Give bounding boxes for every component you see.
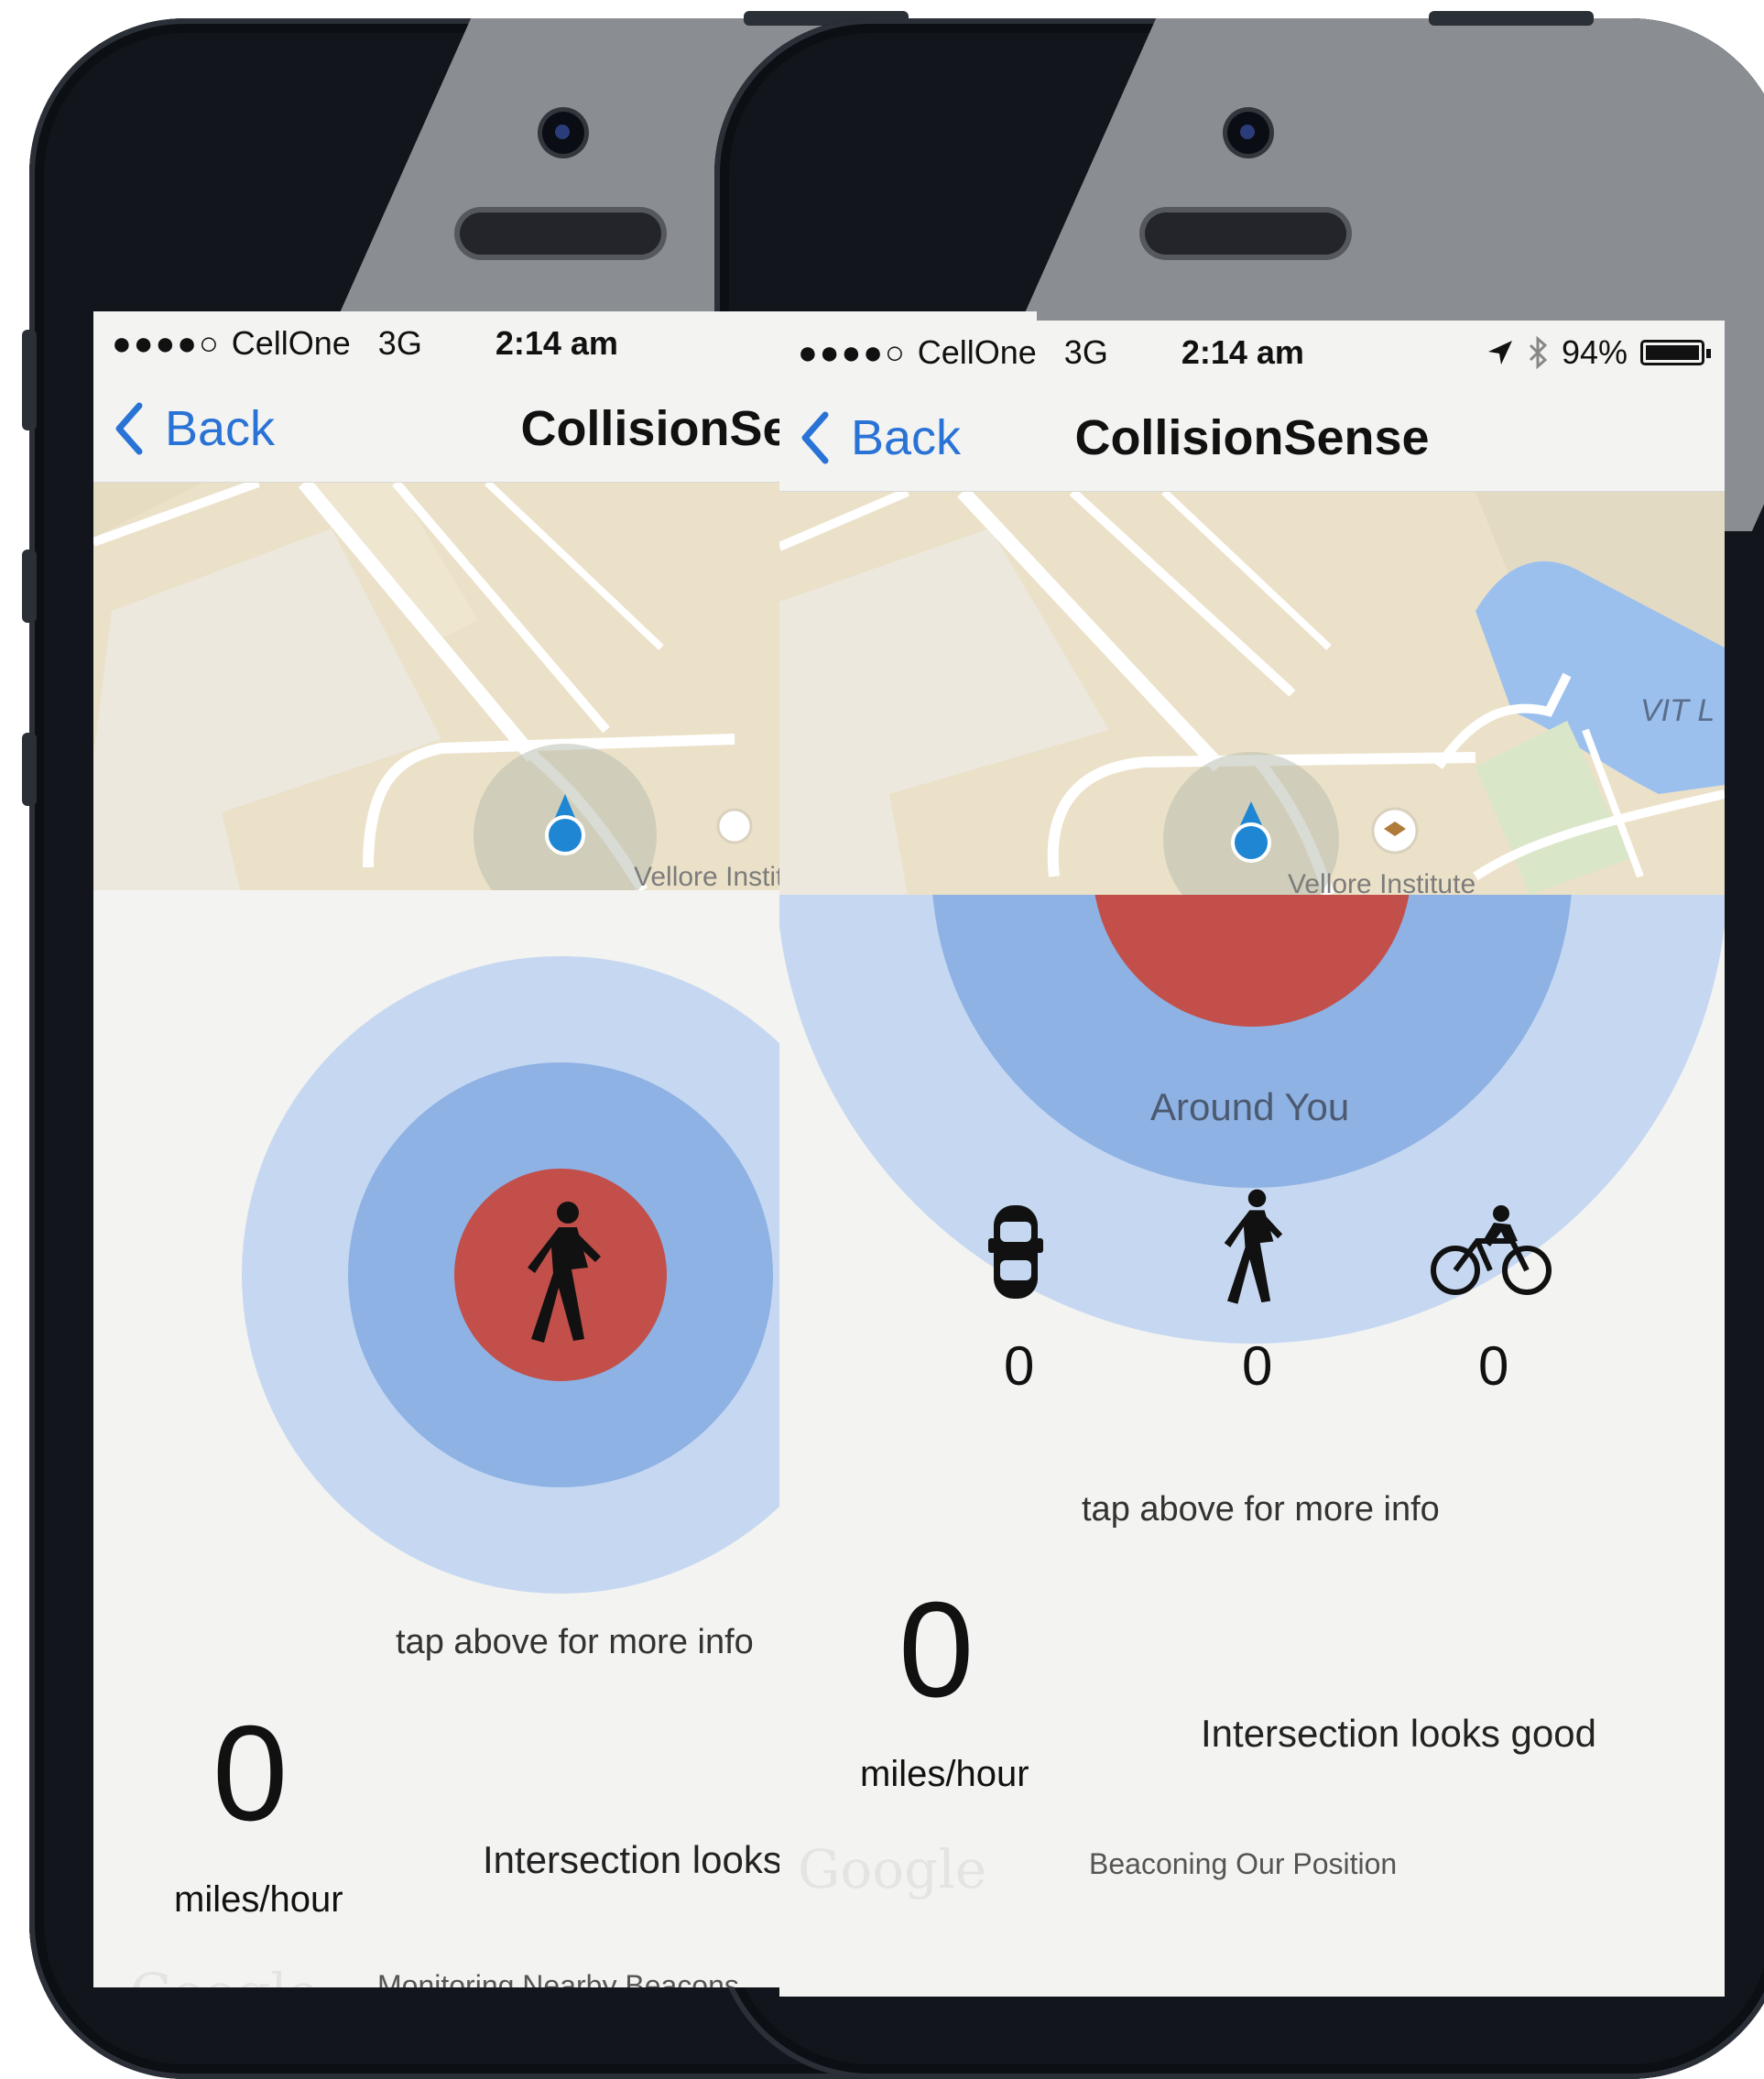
- speed-unit: miles/hour: [174, 1879, 343, 1920]
- front-camera: [1227, 112, 1269, 154]
- battery-percent: 94%: [1561, 333, 1628, 371]
- page-title: CollisionSense: [1074, 410, 1430, 465]
- volume-down-button: [22, 733, 37, 806]
- speed-unit: miles/hour: [860, 1754, 1029, 1794]
- back-button[interactable]: Back: [112, 400, 275, 457]
- beacon-status: Beaconing Our Position: [1089, 1847, 1398, 1880]
- around-you-label: Around You: [1150, 1085, 1350, 1128]
- tap-hint: tap above for more info: [1082, 1490, 1440, 1529]
- pedestrian-icon: [1224, 1189, 1283, 1304]
- chevron-left-icon: [801, 411, 829, 464]
- pedestrian-count: 0: [1242, 1335, 1273, 1397]
- volume-up-button: [22, 550, 37, 623]
- status-bar: ●●●●○ CellOne 3G 2:14 am 94%: [779, 321, 1725, 385]
- chevron-left-icon: [115, 402, 143, 455]
- speed-value: 0: [898, 1574, 975, 1725]
- car-icon: [988, 1205, 1043, 1299]
- location-arrow-icon: [1487, 341, 1512, 365]
- earpiece-speaker: [1145, 212, 1346, 255]
- network-type: 3G: [1063, 333, 1108, 371]
- clock: 2:14 am: [495, 324, 618, 362]
- back-button[interactable]: Back: [798, 409, 961, 466]
- signal-strength: ●●●●○: [798, 333, 907, 371]
- network-type: 3G: [377, 324, 422, 362]
- status-message: Intersection looks good: [1201, 1712, 1596, 1755]
- battery-icon: [1640, 340, 1711, 365]
- tap-hint: tap above for more info: [396, 1623, 754, 1661]
- map-view[interactable]: VIT L Vellore Institute: [779, 492, 1725, 895]
- map-area-label: VIT L: [1640, 693, 1715, 728]
- bicycle-icon: [1431, 1205, 1552, 1295]
- navigation-bar: Back CollisionSense: [779, 385, 1725, 492]
- earpiece-speaker: [460, 212, 661, 255]
- back-label: Back: [851, 410, 962, 465]
- front-camera: [542, 112, 584, 154]
- screen-right: ●●●●○ CellOne 3G 2:14 am 94% Back Collis…: [779, 321, 1725, 1997]
- mute-switch: [22, 330, 37, 430]
- carrier-name: CellOne: [231, 324, 351, 362]
- phone-right: ●●●●○ CellOne 3G 2:14 am 94% Back Collis…: [707, 11, 1764, 2079]
- beacon-status: Monitoring Nearby Beacons: [377, 1969, 739, 1987]
- speed-value: 0: [212, 1698, 289, 1849]
- radar-panel: Around You 0 0 0 tap above for more info…: [779, 895, 1725, 1997]
- signal-strength: ●●●●○: [112, 324, 221, 362]
- map-attribution: Google: [798, 1838, 987, 1900]
- car-count: 0: [1004, 1335, 1035, 1397]
- bluetooth-icon: [1529, 336, 1548, 369]
- map-place-label: Vellore Institute: [1288, 869, 1475, 895]
- back-label: Back: [165, 401, 276, 456]
- clock: 2:14 am: [1181, 333, 1304, 371]
- bicycle-count: 0: [1478, 1335, 1509, 1397]
- carrier-name: CellOne: [917, 333, 1037, 371]
- power-button: [1429, 11, 1594, 26]
- map-attribution: Google: [130, 1962, 319, 1987]
